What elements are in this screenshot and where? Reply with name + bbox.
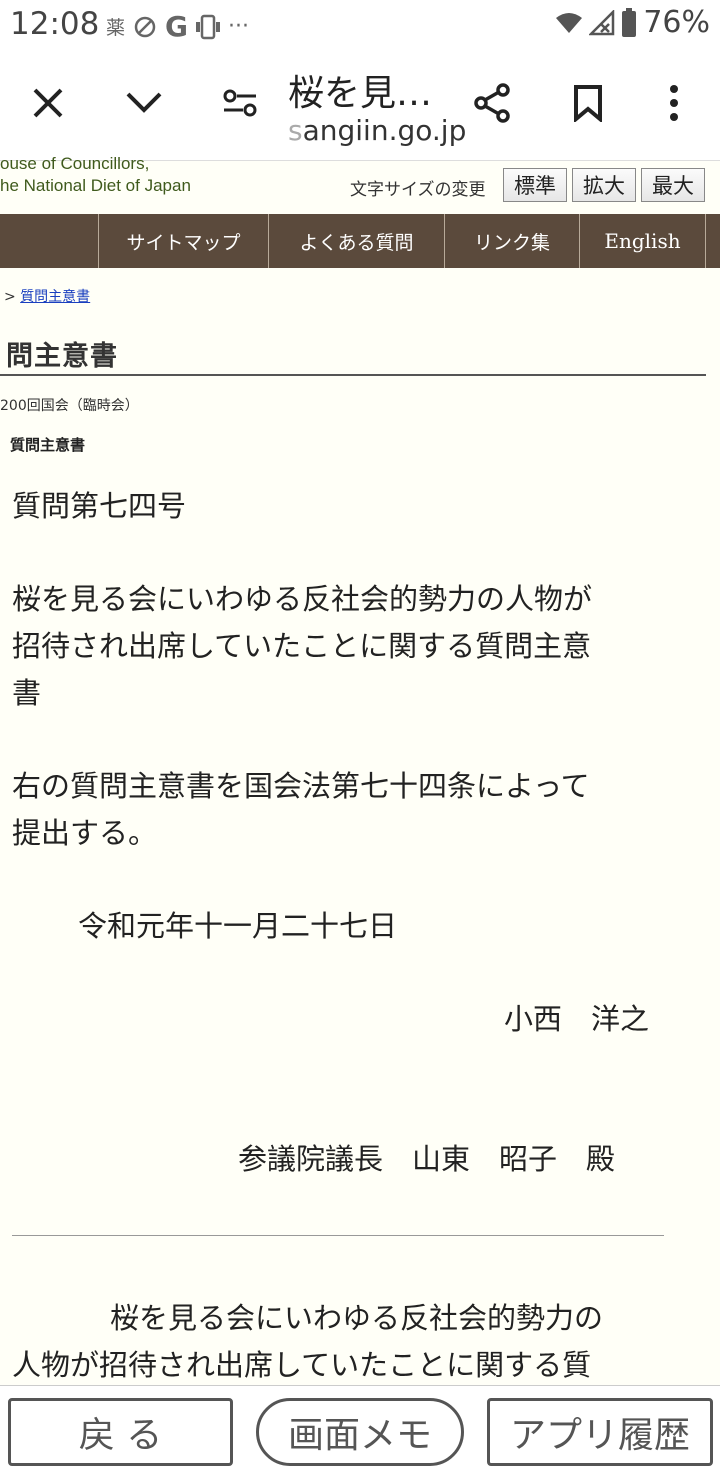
signal-off-icon — [589, 9, 615, 35]
breadcrumb-link[interactable]: 質問主意書 — [20, 289, 90, 305]
font-size-large-button[interactable]: 拡大 — [572, 168, 636, 202]
nav-sitemap[interactable]: サイトマップ — [98, 214, 268, 268]
status-right: 76% — [555, 5, 710, 40]
chevron-down-icon — [126, 92, 162, 113]
pharmacy-notification-icon: 薬 — [106, 17, 126, 39]
question-title-line-2: 招待され出席していたことに関する質問主意 — [12, 629, 592, 663]
screen-memo-button[interactable]: 画面メモ — [256, 1398, 464, 1466]
question-title-line-1: 桜を見る会にいわゆる反社会的勢力の人物が — [12, 582, 593, 616]
nav-faq[interactable]: よくある質問 — [268, 214, 444, 268]
nav-english[interactable]: English — [579, 214, 706, 268]
status-bar: 12:08 薬 G ··· 76% — [0, 0, 720, 50]
browser-toolbar: 桜を見… sangiin.go.jp — [0, 50, 720, 161]
site-header: ouse of Councillors, he National Diet of… — [0, 154, 720, 213]
minimize-button[interactable] — [114, 70, 174, 136]
page-tab-title: 桜を見… — [288, 73, 433, 114]
battery-percent: 76% — [643, 5, 710, 40]
submission-line-1: 右の質問主意書を国会法第七十四条によって — [12, 769, 590, 803]
nav-links[interactable]: リンク集 — [444, 214, 579, 268]
battery-icon — [622, 7, 637, 37]
bookmark-button[interactable] — [558, 70, 618, 136]
back-button[interactable]: 戻 る — [8, 1398, 233, 1466]
app-history-button[interactable]: アプリ履歴 — [487, 1398, 713, 1466]
site-settings-button[interactable] — [210, 70, 270, 136]
submission-date: 令和元年十一月二十七日 — [78, 909, 398, 943]
more-vert-icon — [670, 85, 678, 121]
font-size-label: 文字サイズの変更 — [350, 180, 486, 200]
more-menu-button[interactable] — [644, 70, 704, 136]
bookmark-icon — [574, 85, 602, 122]
phone-notification-icon — [196, 14, 220, 39]
close-icon — [33, 88, 63, 118]
body-line-1: 桜を見る会にいわゆる反社会的勢力の — [110, 1301, 604, 1335]
status-time: 12:08 — [10, 6, 100, 42]
font-size-max-button[interactable]: 最大 — [641, 168, 705, 202]
tune-icon — [223, 89, 257, 117]
font-size-standard-button[interactable]: 標準 — [503, 168, 567, 202]
close-tab-button[interactable] — [18, 70, 78, 136]
breadcrumb: > 質問主意書 — [4, 289, 91, 305]
block-notification-icon — [134, 16, 156, 37]
question-number: 質問第七四号 — [12, 489, 187, 523]
site-nav: サイトマップ よくある質問 リンク集 English — [0, 214, 720, 268]
title-divider — [0, 374, 706, 376]
body-line-2: 人物が招待され出席していたことに関する質 — [12, 1348, 592, 1382]
share-button[interactable] — [462, 70, 522, 136]
addressee: 参議院議長 山東 昭子 殿 — [238, 1142, 616, 1176]
google-notification-icon: G — [165, 10, 188, 43]
page-title: 問主意書 — [6, 341, 118, 372]
question-title-line-3: 書 — [12, 676, 42, 710]
bottom-action-bar: 戻 る 画面メモ アプリ履歴 — [0, 1385, 720, 1481]
share-icon — [474, 83, 510, 123]
author-name: 小西 洋之 — [504, 1002, 650, 1036]
site-logo[interactable]: ouse of Councillors, he National Diet of… — [0, 154, 191, 197]
session-label: 200回国会（臨時会） — [0, 398, 139, 414]
content-divider — [12, 1235, 664, 1236]
wifi-icon — [556, 12, 583, 33]
submission-line-2: 提出する。 — [12, 816, 158, 850]
more-notifications-icon: ··· — [228, 14, 249, 39]
section-subheading: 質問主意書 — [10, 436, 86, 454]
url-domain[interactable]: sangiin.go.jp — [288, 114, 466, 147]
notification-icons: 薬 G ··· — [106, 10, 249, 43]
